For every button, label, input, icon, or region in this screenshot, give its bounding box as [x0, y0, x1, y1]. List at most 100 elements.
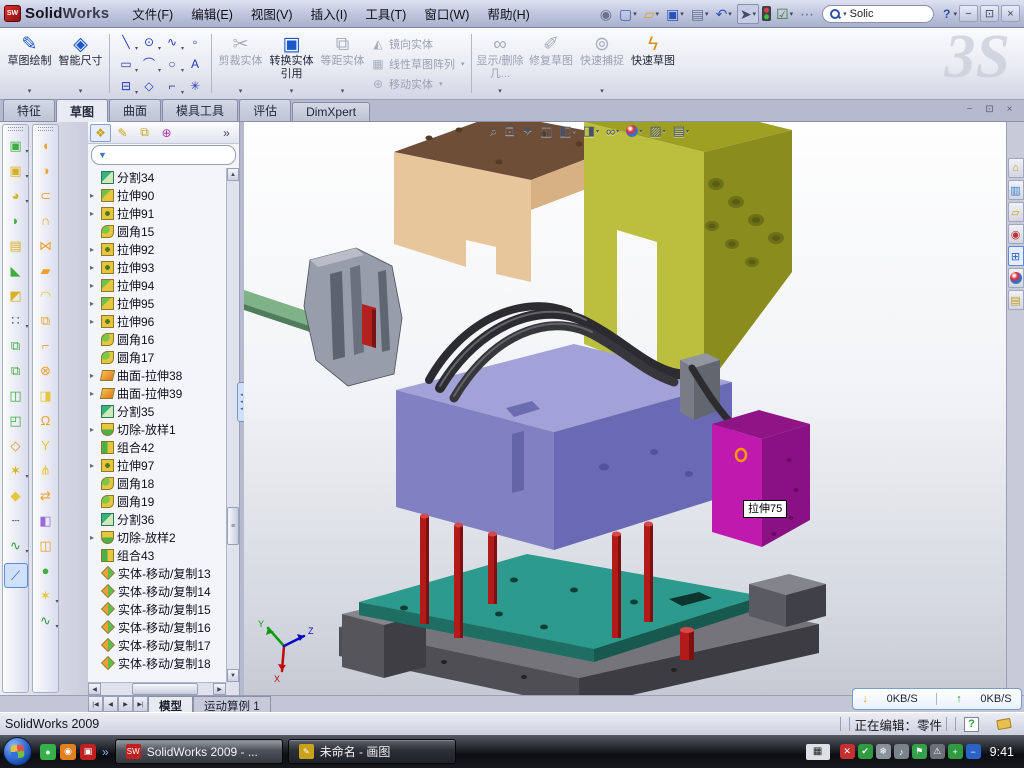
zoom-fit-icon[interactable]: ⌕▾: [490, 123, 497, 139]
network-warning-tray-icon[interactable]: ⚠: [930, 744, 945, 759]
help-button[interactable]: ?: [940, 7, 953, 21]
magnified-selection-icon[interactable]: ✦▾: [522, 123, 533, 139]
fold-icon[interactable]: ⋔▾: [34, 458, 58, 483]
deform-icon[interactable]: ◧▾: [34, 508, 58, 533]
study-nav-button[interactable]: ◀: [103, 696, 118, 712]
scrollbar-thumb[interactable]: [132, 683, 198, 695]
sketch-button[interactable]: ✎ 草图绘制 ▾: [4, 30, 55, 97]
select-arrow-icon[interactable]: ➤▾: [737, 4, 759, 24]
tree-horizontal-scrollbar[interactable]: ◀ ▶: [88, 682, 226, 695]
end-block-part[interactable]: [749, 574, 826, 627]
point-tool[interactable]: ✳▾: [184, 75, 206, 96]
fillet-icon[interactable]: ◕▾: [4, 183, 28, 208]
feature-tree-item[interactable]: ▸ 分割34: [90, 168, 226, 186]
usb-tray-icon[interactable]: ⚑: [912, 744, 927, 759]
taskbar-window-solidworks[interactable]: SW SolidWorks 2009 - ...: [115, 739, 283, 764]
search-box[interactable]: ▾ Solic: [822, 5, 934, 23]
feature-tree-item[interactable]: ▸ 拉伸94: [90, 276, 226, 294]
3d-model-exploded-view[interactable]: Y X Z: [244, 122, 1006, 695]
ribbon-tab[interactable]: 评估: [239, 99, 291, 121]
smart-dimension-button[interactable]: ◈ 智能尺寸 ▾: [55, 30, 106, 97]
tree-vertical-scrollbar[interactable]: ▲ ≡ ▼: [226, 168, 239, 682]
media-quicklaunch-icon[interactable]: ◉: [60, 744, 76, 760]
delete-body-icon[interactable]: ⊗▾: [34, 358, 58, 383]
expand-arrow-icon[interactable]: ▸: [90, 371, 98, 380]
extruded-boss-icon[interactable]: ▣▾: [4, 133, 28, 158]
featuremanager-tab-icon[interactable]: ❖: [90, 124, 111, 142]
combine-bodies-icon[interactable]: ◰▾: [4, 408, 28, 433]
dome-icon[interactable]: ◠▾: [34, 283, 58, 308]
study-nav-button[interactable]: ▶|: [133, 696, 148, 712]
design-library-tab-icon[interactable]: ▱: [1008, 202, 1024, 222]
selection-box-tool[interactable]: ▫▾: [184, 31, 206, 52]
repair-sketch-button[interactable]: ✐ 修复草图 ▾: [526, 30, 577, 97]
rebuild-traffic-light-icon[interactable]: ▾: [762, 6, 771, 21]
feature-tree-item[interactable]: ▸ 实体-移动/复制15: [90, 600, 226, 618]
polygon-tool[interactable]: ◇▾: [138, 75, 160, 96]
apply-scene-icon[interactable]: ▨▾: [649, 123, 665, 139]
feature-tree-item[interactable]: ▸ 拉伸92: [90, 240, 226, 258]
offset-entities-button[interactable]: ⧉ 等距实体 ▾: [317, 30, 368, 97]
hide-show-items-icon[interactable]: ∞▾: [606, 124, 619, 139]
quick-tips-help-icon[interactable]: ?: [964, 717, 979, 732]
custom-properties-tab-icon[interactable]: ▤: [1008, 290, 1024, 310]
save-icon[interactable]: ▣▾: [664, 4, 686, 24]
feature-tree-item[interactable]: ▸ 拉伸90: [90, 186, 226, 204]
expand-arrow-icon[interactable]: ▸: [90, 281, 98, 290]
boundary-boss-icon[interactable]: ⋈▾: [34, 233, 58, 258]
search-input[interactable]: Solic: [850, 8, 874, 20]
tree-filter-box[interactable]: ▼: [91, 145, 236, 165]
menu-item[interactable]: 文件(F): [123, 2, 182, 25]
expand-arrow-icon[interactable]: ▸: [90, 461, 98, 470]
convert-entities-button[interactable]: ▣ 转换实体引用 ▾: [266, 30, 317, 97]
configurationmanager-tab-icon[interactable]: ⧉: [134, 124, 155, 142]
graphics-viewport[interactable]: Y X Z ⌕▾⊡▾✦▾◫▾◧▾◨▾∞▾▾▨▾▤▾ 拉伸75: [244, 122, 1006, 695]
options-icon[interactable]: ☑▾: [774, 4, 795, 24]
dimxpertmanager-tab-icon[interactable]: ⊕: [156, 124, 177, 142]
draft-icon[interactable]: ◩▾: [4, 283, 28, 308]
intersect-icon[interactable]: Y▾: [34, 433, 58, 458]
feature-tree-item[interactable]: ▸ 实体-移动/复制14: [90, 582, 226, 600]
rapid-sketch-button[interactable]: ϟ 快速草图 ▾: [628, 30, 679, 97]
feature-tree-item[interactable]: ▸ 实体-移动/复制17: [90, 636, 226, 654]
feature-tree-item[interactable]: ▸ 组合43: [90, 546, 226, 564]
shell-icon[interactable]: ◨▾: [34, 383, 58, 408]
display-style-icon[interactable]: ◨▾: [583, 123, 599, 139]
propertymanager-tab-icon[interactable]: ✎: [112, 124, 133, 142]
feature-tree-item[interactable]: ▸ 组合42: [90, 438, 226, 456]
ribbon-tab[interactable]: 模具工具: [162, 99, 238, 121]
new-file-icon[interactable]: ▢▾: [617, 4, 639, 24]
minimize-button[interactable]: −: [959, 5, 978, 22]
study-tab[interactable]: 模型: [148, 696, 193, 712]
overflow-icon[interactable]: ⋯▾: [798, 4, 816, 24]
expand-arrow-icon[interactable]: ▸: [90, 425, 98, 434]
feature-tree-item[interactable]: ▸ 实体-移动/复制13: [90, 564, 226, 582]
planar-surface-icon[interactable]: ▰▾: [34, 258, 58, 283]
ribbon-tab[interactable]: 曲面: [109, 99, 161, 121]
menu-item[interactable]: 编辑(E): [182, 2, 242, 25]
reference-geometry-icon[interactable]: ✶▾: [4, 458, 28, 483]
toolbar-grip[interactable]: [8, 127, 23, 131]
reference-geometry-2-icon[interactable]: ✶▾: [34, 583, 58, 608]
antivirus-tray-icon[interactable]: ✔: [858, 744, 873, 759]
edit-appearance-icon[interactable]: ▾: [626, 125, 642, 137]
open-file-icon[interactable]: ▱▾: [642, 4, 661, 24]
scroll-right-icon[interactable]: ▶: [213, 683, 226, 695]
feature-tree-item[interactable]: ▸ 切除-放样2: [90, 528, 226, 546]
spline-tool[interactable]: ∿▾: [161, 31, 183, 52]
revolved-cut-icon[interactable]: ◑▾: [34, 158, 58, 183]
quick-snaps-button[interactable]: ⊚ 快速捕捉 ▾: [577, 30, 628, 97]
magenta-insert-part[interactable]: [712, 410, 810, 547]
line-tool[interactable]: ╲▾: [115, 31, 137, 52]
expand-arrow-icon[interactable]: ▸: [90, 191, 98, 200]
swept-cut-icon[interactable]: ⊂▾: [34, 183, 58, 208]
ellipse-tool[interactable]: ○▾: [161, 53, 183, 74]
pattern-bodies-icon[interactable]: ⧉▾: [4, 358, 28, 383]
scroll-up-icon[interactable]: ▲: [227, 168, 239, 181]
toolbar-grip[interactable]: [38, 127, 53, 131]
split-icon[interactable]: ◫▾: [34, 533, 58, 558]
axis-icon[interactable]: ┄▾: [4, 508, 28, 533]
quick-launch-expand-icon[interactable]: »: [102, 745, 109, 759]
start-button[interactable]: [3, 737, 32, 766]
feature-tree-item[interactable]: ▸ 曲面-拉伸39: [90, 384, 226, 402]
